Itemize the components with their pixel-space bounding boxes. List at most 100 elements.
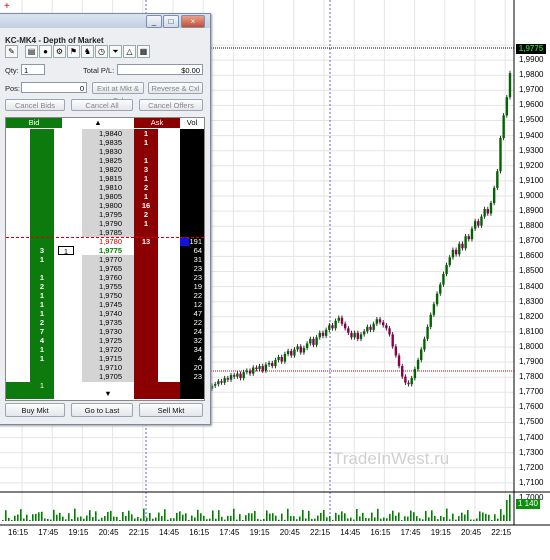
gear-icon[interactable]: ⚙ [53,45,66,58]
ladder-bid-size: 1 [39,309,45,318]
maximize-button[interactable]: □ [163,15,179,28]
candle-body [359,334,363,339]
volume-bar [422,519,424,521]
ladder-ask-size: 3 [143,165,149,174]
volume-bar [62,516,64,521]
price-tick: 1,7600 [519,402,544,412]
volume-bar [2,520,4,521]
clock-icon[interactable]: ◷ [95,45,108,58]
inside-market-line [6,237,204,238]
volume-bar [446,508,448,521]
my-bid-column[interactable] [6,129,31,382]
volume-bar [482,512,484,521]
ladder-bid-size: 2 [39,282,45,291]
candle-body [305,343,309,348]
candle-body [236,373,239,377]
buy-market-button[interactable]: Buy Mkt [5,403,65,417]
volume-bar [407,516,409,521]
time-tick: 16:15 [8,528,29,537]
candle-body [435,293,439,305]
volume-bar [335,512,337,521]
volume-bar [215,518,217,521]
reverse-button[interactable]: Reverse & Cxl [148,82,203,94]
volume-bar [242,520,244,521]
ladder-ask-size: 1 [143,219,149,228]
qty-field[interactable]: 1 [21,64,45,75]
page-icon[interactable]: ▤ [25,45,38,58]
candle-body [473,221,477,229]
price-ladder[interactable]: Bid ▲ Ask Vol 1,9840 1 1,9835 1 1,9830 1,9825… [5,117,205,401]
cancel-bids-button[interactable]: Cancel Bids [5,99,65,111]
candle-body [340,317,344,324]
candle-body [347,328,350,333]
volume-bar [470,519,472,521]
volume-bar [266,510,268,521]
time-tick: 22:15 [128,528,149,537]
ladder-ask-size: 1 [143,129,149,138]
candle-body [213,384,217,386]
cancel-offers-button[interactable]: Cancel Offers [139,99,203,111]
volume-bar [398,512,400,521]
ladder-volume: 22 [193,291,202,300]
volume-bar [449,519,451,521]
minimize-button[interactable]: _ [146,15,162,28]
volume-bar [290,516,292,521]
circle-icon[interactable]: ● [39,45,52,58]
close-button[interactable]: × [181,15,205,28]
volume-bar [209,518,211,521]
price-scroll-down[interactable]: ▼ [82,382,134,399]
figure-icon[interactable]: ♞ [81,45,94,58]
candle-body [458,243,461,255]
triangle-icon[interactable]: △ [123,45,136,58]
cancel-all-button[interactable]: Cancel All [71,99,133,111]
volume-bar [140,518,142,521]
price-scroll-up[interactable]: ▲ [62,118,134,128]
time-tick: 16:15 [189,528,210,537]
volume-bar [182,514,184,521]
volume-bar [440,516,442,521]
candle-body [277,357,280,361]
candle-body [423,338,426,350]
candle-body [337,317,341,321]
sell-market-button[interactable]: Sell Mkt [139,403,203,417]
ladder-price: 1,9805 [99,192,122,201]
exit-at-market-button[interactable]: Exit at Mkt & Cxl [92,82,144,105]
go-to-last-button[interactable]: Go to Last [71,403,133,417]
funnel-icon[interactable]: ⏷ [109,45,122,58]
flag-icon[interactable]: ⚑ [67,45,80,58]
volume-bar [44,518,46,521]
volume-bar [455,519,457,521]
depth-of-market-window[interactable]: _ □ × KC-MK4 - Depth of Market ✎ ▤ ● ⚙ ⚑ ♞ ◷ ⏷ △… [0,13,211,425]
my-ask-column[interactable] [158,129,180,382]
position-field: 0 [21,82,87,93]
time-tick: 14:45 [340,528,361,537]
price-tick: 1,7900 [519,357,544,366]
volume-bar [38,512,40,521]
candle-body [410,378,413,385]
volume-bar [428,517,430,521]
ladder-bid-size: 3 [39,246,45,255]
candle-body [486,209,490,214]
palette-icon[interactable]: ▦ [137,45,150,58]
volume-bar [77,517,79,521]
ladder-volume: 47 [193,309,202,318]
ladder-bid-size: 1 [39,273,45,282]
time-tick: 20:45 [279,528,300,537]
candle-body [226,378,230,380]
candle-body [290,350,293,356]
order-icon[interactable]: ✎ [5,45,18,58]
ladder-volume: 20 [193,363,202,372]
ladder-price: 1,9720 [99,345,122,354]
volume-bar [167,519,169,521]
volume-bar [116,516,118,521]
volume-bar [287,508,289,521]
candle-body [312,338,315,345]
candle-body [489,202,493,214]
candle-body [252,367,255,374]
candle-body [477,221,480,226]
ladder-price: 1,9775 [82,246,134,255]
window-titlebar[interactable]: _ □ × [0,14,210,28]
volume-bar [164,509,166,521]
volume-bar [17,514,19,521]
candle-body [404,376,407,383]
